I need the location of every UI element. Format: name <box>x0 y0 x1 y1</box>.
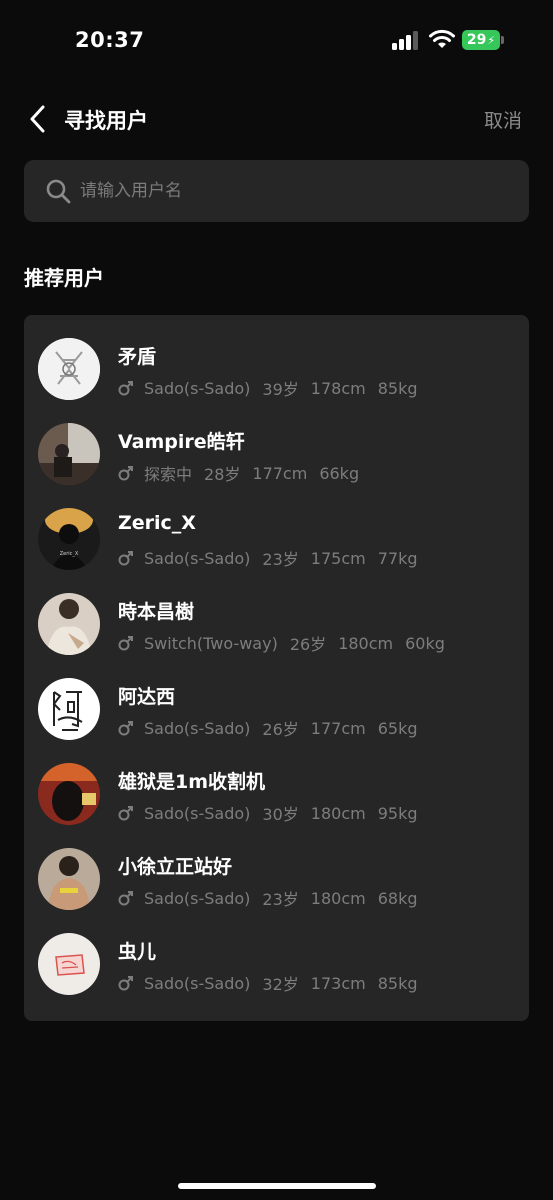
user-meta: Sado(s-Sado) 26岁 177cm 65kg <box>118 716 429 740</box>
silhouette-avatar: Zeric_X <box>38 508 100 570</box>
username: 小徐立正站好 <box>118 856 233 878</box>
back-chevron-icon[interactable] <box>26 104 50 134</box>
user-weight: 77kg <box>377 548 418 568</box>
user-height: 178cm <box>310 378 366 398</box>
home-indicator[interactable] <box>178 1183 376 1189</box>
user-weight: 68kg <box>377 888 418 908</box>
user-list: 矛盾 Sado(s-Sado) 39岁 178cm 85kg Vampire皓轩… <box>24 315 529 1021</box>
svg-text:Zeric_X: Zeric_X <box>60 551 79 557</box>
user-weight: 85kg <box>377 378 418 398</box>
search-bar[interactable] <box>24 160 529 222</box>
user-role: Sado(s-Sado) <box>144 378 251 398</box>
user-meta: Sado(s-Sado) 23岁 180cm 68kg <box>118 886 429 910</box>
user-role: Switch(Two-way) <box>144 633 278 653</box>
user-role: Sado(s-Sado) <box>144 548 251 568</box>
male-gender-icon <box>118 976 133 991</box>
user-role: Sado(s-Sado) <box>144 888 251 908</box>
user-height: 180cm <box>310 888 366 908</box>
user-row[interactable]: 虫儿 Sado(s-Sado) 32岁 173cm 85kg <box>24 910 529 995</box>
user-role: Sado(s-Sado) <box>144 973 251 993</box>
user-meta: Sado(s-Sado) 39岁 178cm 85kg <box>118 376 429 400</box>
username: 矛盾 <box>118 346 157 368</box>
user-age: 30岁 <box>262 805 299 824</box>
user-row[interactable]: 矛盾 Sado(s-Sado) 39岁 178cm 85kg <box>24 315 529 400</box>
charging-bolt-icon: ⚡ <box>487 33 496 47</box>
user-role: 探索中 <box>144 465 193 484</box>
user-weight: 85kg <box>377 973 418 993</box>
user-height: 177cm <box>310 718 366 738</box>
user-meta: Sado(s-Sado) 30岁 180cm 95kg <box>118 801 429 825</box>
user-age: 26岁 <box>289 635 327 654</box>
male-gender-icon <box>118 806 133 821</box>
user-row[interactable]: 阿达西 Sado(s-Sado) 26岁 177cm 65kg <box>24 655 529 740</box>
search-icon <box>46 179 71 204</box>
user-height: 177cm <box>252 463 308 483</box>
user-meta: Sado(s-Sado) 23岁 175cm 77kg <box>118 546 429 570</box>
battery-level: 29 <box>466 32 487 48</box>
user-age: 32岁 <box>262 975 299 994</box>
male-gender-icon <box>118 466 133 481</box>
user-weight: 66kg <box>319 463 360 483</box>
status-time: 20:37 <box>75 28 145 52</box>
battery-cap <box>501 36 504 44</box>
user-weight: 65kg <box>377 718 418 738</box>
user-role: Sado(s-Sado) <box>144 803 251 823</box>
user-age: 28岁 <box>204 465 241 484</box>
user-meta: Sado(s-Sado) 32岁 173cm 85kg <box>118 971 429 995</box>
user-row[interactable]: Vampire皓轩 探索中 28岁 177cm 66kg <box>24 400 529 485</box>
photo-avatar <box>38 763 100 825</box>
username: 雄狱是1m收割机 <box>118 771 266 793</box>
calligraphy-avatar <box>38 678 100 740</box>
username: 阿达西 <box>118 686 176 708</box>
user-row[interactable]: 時本昌樹 Switch(Two-way) 26岁 180cm 60kg <box>24 570 529 655</box>
cellular-signal-icon <box>392 30 422 50</box>
username: Vampire皓轩 <box>118 431 245 453</box>
male-gender-icon <box>118 551 133 566</box>
user-meta: 探索中 28岁 177cm 66kg <box>118 461 371 485</box>
sketch-avatar <box>38 338 100 400</box>
user-meta: Switch(Two-way) 26岁 180cm 60kg <box>118 631 457 655</box>
status-bar: 20:37 29 ⚡ <box>0 0 553 80</box>
user-age: 26岁 <box>262 720 299 739</box>
user-age: 23岁 <box>262 890 299 909</box>
user-age: 23岁 <box>262 550 299 569</box>
nav-header: 寻找用户 取消 <box>0 95 553 143</box>
search-input[interactable] <box>80 160 510 222</box>
user-role: Sado(s-Sado) <box>144 718 251 738</box>
user-height: 173cm <box>310 973 366 993</box>
photo-avatar <box>38 848 100 910</box>
user-height: 180cm <box>338 633 394 653</box>
username: Zeric_X <box>118 512 196 534</box>
user-weight: 95kg <box>377 803 418 823</box>
stamp-avatar <box>38 933 100 995</box>
photo-avatar <box>38 423 100 485</box>
male-gender-icon <box>118 721 133 736</box>
user-row[interactable]: Zeric_X Zeric_X Sado(s-Sado) 23岁 175cm 7… <box>24 485 529 570</box>
battery-indicator: 29 ⚡ <box>462 30 500 50</box>
photo-avatar <box>38 593 100 655</box>
user-row[interactable]: 小徐立正站好 Sado(s-Sado) 23岁 180cm 68kg <box>24 825 529 910</box>
section-title: 推荐用户 <box>24 266 104 290</box>
user-age: 39岁 <box>262 380 299 399</box>
user-height: 175cm <box>310 548 366 568</box>
user-weight: 60kg <box>405 633 445 653</box>
username: 時本昌樹 <box>118 601 195 623</box>
wifi-icon <box>429 29 455 48</box>
cancel-button[interactable]: 取消 <box>484 106 522 133</box>
male-gender-icon <box>118 381 133 396</box>
male-gender-icon <box>118 891 133 906</box>
user-row[interactable]: 雄狱是1m收割机 Sado(s-Sado) 30岁 180cm 95kg <box>24 740 529 825</box>
page-title: 寻找用户 <box>64 109 148 133</box>
username: 虫儿 <box>118 941 157 963</box>
user-height: 180cm <box>310 803 366 823</box>
male-gender-icon <box>118 636 133 651</box>
